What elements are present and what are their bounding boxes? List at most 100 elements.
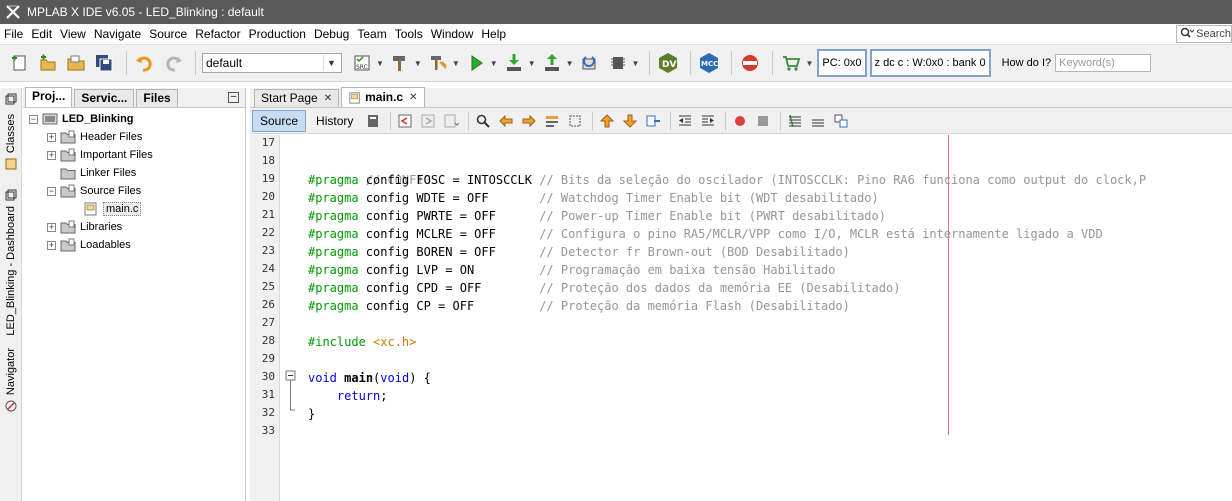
code-text[interactable]: // CONFIG #pragma config FOSC = INTOSCCL…: [308, 135, 1228, 501]
chevron-down-icon[interactable]: ▼: [376, 59, 384, 68]
mcc-button[interactable]: MCC: [697, 51, 721, 75]
expand-icon[interactable]: +: [47, 222, 56, 232]
tree-node-important-files[interactable]: + Important Files: [23, 146, 245, 164]
tab-services[interactable]: Servic...: [74, 89, 135, 107]
shift-right-button[interactable]: [698, 111, 718, 131]
chevron-down-icon[interactable]: ▼: [566, 59, 574, 68]
fold-column: [281, 135, 301, 501]
diff-button[interactable]: [831, 111, 851, 131]
run-project-button[interactable]: [464, 51, 488, 75]
menu-source[interactable]: Source: [145, 24, 191, 44]
menu-view[interactable]: View: [56, 24, 90, 44]
toggle-highlight-button[interactable]: [542, 111, 562, 131]
tree-node-main-c[interactable]: main.c: [23, 200, 245, 218]
navigator-tab[interactable]: Navigator: [0, 344, 22, 416]
menu-file[interactable]: File: [0, 24, 27, 44]
chevron-down-icon[interactable]: ▼: [490, 59, 498, 68]
minimize-icon[interactable]: –: [228, 92, 239, 103]
data-visualizer-button[interactable]: DV: [656, 51, 680, 75]
menu-team[interactable]: Team: [353, 24, 390, 44]
keyword-input[interactable]: Keyword(s): [1055, 54, 1152, 72]
next-bookmark-icon: [623, 114, 638, 128]
history-view-tab[interactable]: History: [308, 110, 361, 132]
expand-icon[interactable]: +: [47, 150, 56, 160]
chevron-down-icon[interactable]: ▼: [414, 59, 422, 68]
expand-icon[interactable]: +: [47, 240, 56, 250]
menu-production[interactable]: Production: [245, 24, 310, 44]
chevron-down-icon: ▼: [323, 55, 339, 71]
menu-help[interactable]: Help: [477, 24, 510, 44]
uncomment-button[interactable]: [808, 111, 828, 131]
chevron-down-icon[interactable]: ▼: [632, 59, 640, 68]
find-previous-button[interactable]: [496, 111, 516, 131]
line-number: 27: [261, 316, 275, 329]
stop-macro-button[interactable]: [753, 111, 773, 131]
undo-button[interactable]: [133, 51, 157, 75]
mplab-discover-button[interactable]: [738, 51, 762, 75]
restore-window-icon: [5, 189, 17, 201]
dashboard-tab[interactable]: LED_Blinking - Dashboard: [0, 206, 22, 336]
save-all-button[interactable]: [92, 51, 116, 75]
tree-node-loadables[interactable]: + Loadables: [23, 236, 245, 254]
microchip-store-button[interactable]: [779, 51, 803, 75]
toggle-rectangular-selection-button[interactable]: [565, 111, 585, 131]
hold-in-reset-button[interactable]: [606, 51, 630, 75]
code-editor[interactable]: 17 18 19 20 21 22 23 24 25 26 27 28 29 3…: [250, 135, 1232, 501]
read-device-memory-button[interactable]: [540, 51, 564, 75]
restore-window-button[interactable]: [0, 92, 22, 106]
find-next-button[interactable]: [519, 111, 539, 131]
tree-node-libraries[interactable]: + Libraries: [23, 218, 245, 236]
line-number: 18: [261, 154, 275, 167]
collapse-icon[interactable]: −: [47, 186, 56, 196]
menu-debug[interactable]: Debug: [310, 24, 353, 44]
comment-button[interactable]: [785, 111, 805, 131]
chevron-down-icon[interactable]: ▼: [805, 59, 813, 68]
new-project-button[interactable]: [36, 51, 60, 75]
set-project-config-button[interactable]: SRC: [350, 51, 374, 75]
toggle-bookmark-button[interactable]: [643, 111, 663, 131]
menu-refactor[interactable]: Refactor: [191, 24, 244, 44]
tree-node-linker-files[interactable]: Linker Files: [23, 164, 245, 182]
back-button[interactable]: [395, 111, 415, 131]
chevron-down-icon[interactable]: ▼: [452, 59, 460, 68]
forward-button[interactable]: [418, 111, 438, 131]
restore-window-button[interactable]: [0, 188, 22, 202]
history-dropdown-button[interactable]: [441, 111, 461, 131]
build-project-button[interactable]: [388, 51, 412, 75]
tab-projects[interactable]: Proj...: [25, 87, 73, 107]
collapse-icon[interactable]: −: [29, 114, 38, 124]
make-program-device-button[interactable]: [502, 51, 526, 75]
close-icon[interactable]: ✕: [324, 90, 332, 107]
menu-edit[interactable]: Edit: [27, 24, 56, 44]
tree-node-source-files[interactable]: − Source Files: [23, 182, 245, 200]
last-edit-button[interactable]: [363, 111, 383, 131]
clean-build-button[interactable]: [426, 51, 450, 75]
tree-node-header-files[interactable]: + Header Files: [23, 128, 245, 146]
menu-navigate[interactable]: Navigate: [90, 24, 145, 44]
next-bookmark-button[interactable]: [620, 111, 640, 131]
classes-tab[interactable]: Classes: [0, 112, 22, 172]
configuration-select[interactable]: default ▼: [202, 53, 342, 73]
shift-left-button[interactable]: [675, 111, 695, 131]
reset-button[interactable]: [578, 51, 602, 75]
menu-window[interactable]: Window: [427, 24, 478, 44]
chevron-down-icon[interactable]: ▼: [528, 59, 536, 68]
toolbar-separator: [195, 51, 196, 75]
redo-button[interactable]: [161, 51, 185, 75]
tree-node-project[interactable]: − LED_Blinking: [23, 110, 245, 128]
tab-start-page[interactable]: Start Page ✕: [254, 89, 340, 107]
new-file-button[interactable]: [8, 51, 32, 75]
expand-icon[interactable]: +: [47, 132, 56, 142]
close-icon[interactable]: ✕: [409, 89, 417, 106]
source-view-tab[interactable]: Source: [252, 109, 307, 132]
tab-main-c[interactable]: main.c ✕: [341, 87, 425, 107]
find-selection-button[interactable]: [473, 111, 493, 131]
menu-tools[interactable]: Tools: [391, 24, 427, 44]
dashboard-tab-label: LED_Blinking - Dashboard: [5, 206, 17, 336]
tab-files[interactable]: Files: [136, 89, 178, 107]
previous-bookmark-button[interactable]: [597, 111, 617, 131]
code-preprocessor: #pragma: [308, 227, 359, 241]
search-input[interactable]: Search: [1176, 25, 1232, 43]
start-macro-button[interactable]: [730, 111, 750, 131]
open-project-button[interactable]: [64, 51, 88, 75]
